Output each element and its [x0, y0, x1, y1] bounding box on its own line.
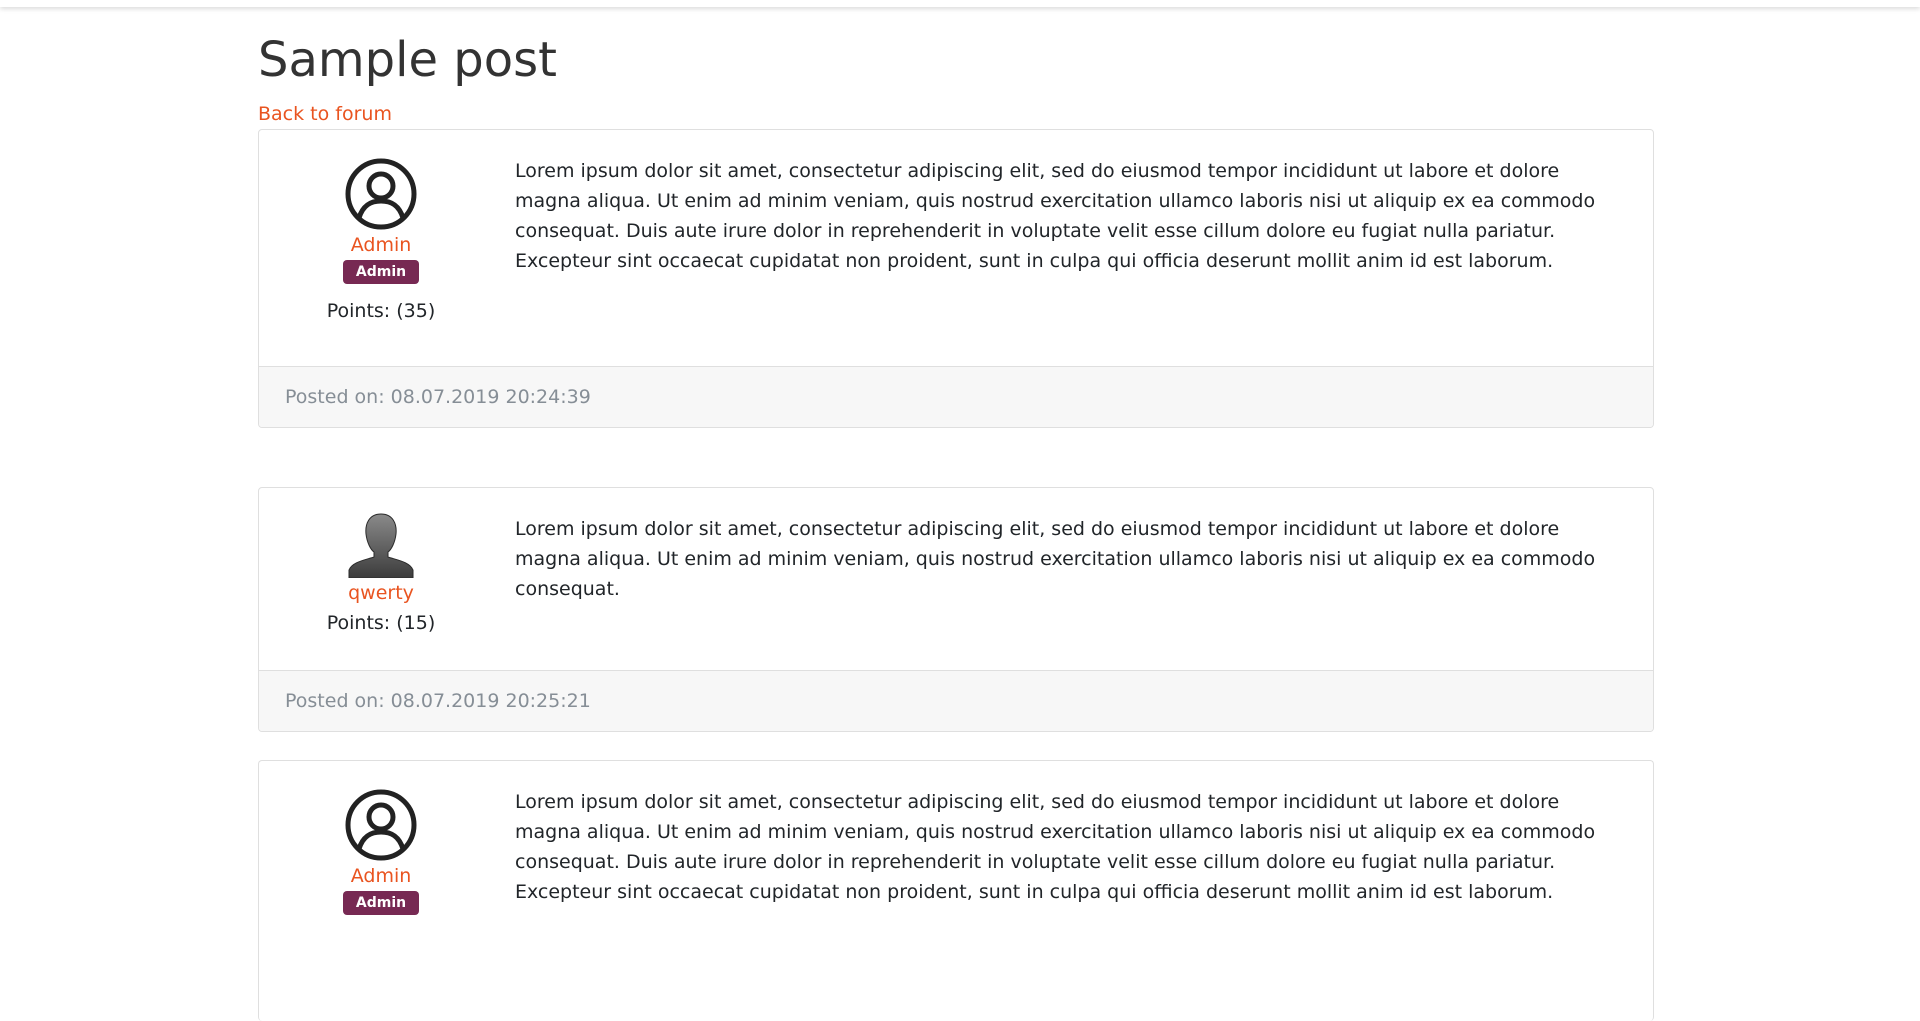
- user-silhouette-icon: [348, 513, 414, 578]
- forum-post: Admin Admin Lorem ipsum dolor sit amet, …: [258, 760, 1654, 1021]
- post-author: Admin Admin: [259, 789, 503, 915]
- post-author: Admin Admin Points: (35): [259, 158, 503, 324]
- post-footer: Posted on: 08.07.2019 20:25:21: [259, 670, 1653, 731]
- user-circle-icon: [345, 158, 417, 230]
- post-author: qwerty Points: (15): [259, 512, 503, 636]
- top-navbar: [0, 0, 1920, 7]
- post-footer: Posted on: 08.07.2019 20:24:39: [259, 366, 1653, 427]
- post-text: Lorem ipsum dolor sit amet, consectetur …: [515, 791, 1596, 903]
- post-text: Lorem ipsum dolor sit amet, consectetur …: [515, 160, 1596, 272]
- author-points: Points: (15): [326, 612, 436, 634]
- author-name-link[interactable]: qwerty: [259, 580, 503, 606]
- role-badge: Admin: [342, 891, 420, 915]
- back-to-forum-link[interactable]: Back to forum: [258, 101, 392, 127]
- role-badge: Admin: [342, 260, 420, 284]
- forum-post: qwerty Points: (15) Lorem ipsum dolor si…: [258, 487, 1654, 732]
- posted-on-timestamp: Posted on: 08.07.2019 20:25:21: [285, 690, 591, 712]
- forum-post: Admin Admin Points: (35) Lorem ipsum dol…: [258, 129, 1654, 428]
- author-name-link[interactable]: Admin: [259, 232, 503, 258]
- posted-on-timestamp: Posted on: 08.07.2019 20:24:39: [285, 386, 591, 408]
- post-text: Lorem ipsum dolor sit amet, consectetur …: [515, 518, 1596, 600]
- page-title: Sample post: [258, 32, 557, 88]
- author-points: Points: (35): [326, 300, 436, 322]
- user-circle-icon: [345, 789, 417, 861]
- author-name-link[interactable]: Admin: [259, 863, 503, 889]
